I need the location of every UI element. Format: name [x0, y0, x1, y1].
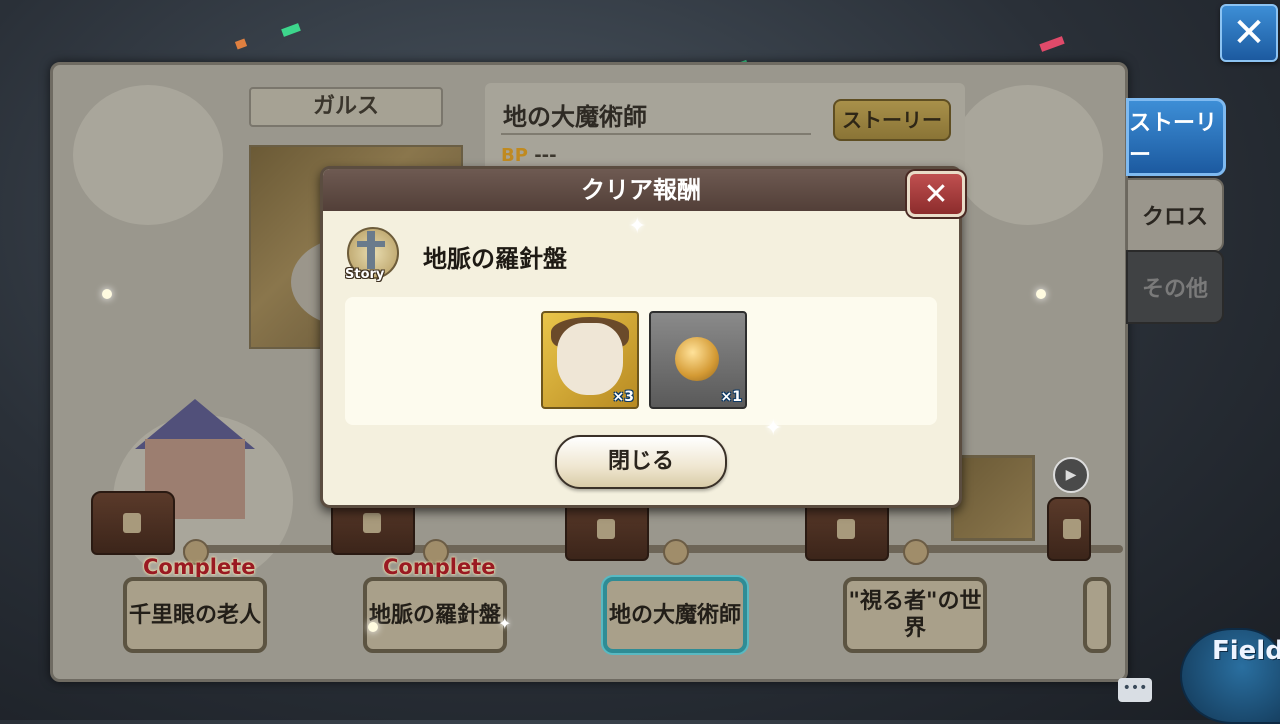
sparkle-dot [102, 289, 112, 299]
treasure-chest[interactable] [1047, 497, 1091, 561]
gold-coin-icon [675, 337, 719, 381]
reward-items-area: ×3 ×1 [345, 297, 937, 425]
sparkle-dot [1036, 289, 1046, 299]
stage-info-box: 地の大魔術師 BP --- ストーリー [485, 83, 965, 173]
path-node [903, 539, 929, 565]
reward-item-character[interactable]: ×3 [541, 311, 639, 409]
confetti [281, 23, 301, 37]
emblem-label: Story [345, 267, 385, 282]
reward-name: 地脈の羅針盤 [423, 245, 567, 273]
sparkle-icon: ✦ [498, 614, 512, 633]
bp-readout: BP --- [501, 145, 557, 166]
sparkle-dot [368, 622, 378, 632]
item-quantity: ×3 [612, 389, 634, 405]
close-button[interactable]: 閉じる [555, 435, 727, 489]
treasure-chest[interactable] [91, 491, 175, 555]
complete-label: Complete [383, 555, 496, 579]
character-name: ガルス [249, 87, 443, 127]
confetti [234, 38, 248, 50]
video-icon[interactable]: ▶ [1053, 457, 1089, 493]
dialog-close-button[interactable]: ✕ [907, 171, 965, 217]
bp-label: BP [501, 145, 528, 166]
field-label: Field [1212, 636, 1280, 666]
screen-close-button[interactable]: ✕ [1220, 4, 1278, 62]
stage-path [183, 545, 1123, 553]
stage-thumbnail[interactable] [951, 455, 1035, 541]
story-button[interactable]: ストーリー [833, 99, 951, 141]
item-quantity: ×1 [720, 389, 742, 405]
sparkle-icon: ✦ [764, 416, 783, 441]
tab-story[interactable]: ストーリー [1126, 98, 1226, 176]
stage-title: 地の大魔術師 [503, 103, 647, 131]
tab-cross[interactable]: クロス [1126, 178, 1224, 252]
bp-value: --- [534, 145, 557, 166]
stage-node-1[interactable]: 千里眼の老人 [123, 577, 267, 653]
divider [501, 133, 811, 135]
field-button[interactable]: Field [1170, 628, 1280, 724]
dialog-title: クリア報酬 [323, 169, 959, 211]
complete-label: Complete [143, 555, 256, 579]
confetti [1039, 36, 1065, 52]
close-icon: ✕ [923, 176, 949, 212]
sparkle-icon: ✦ [628, 214, 647, 239]
chat-bubble-icon[interactable]: ••• [1118, 678, 1152, 702]
character-portrait-icon [557, 323, 623, 395]
tab-other[interactable]: その他 [1126, 250, 1224, 324]
reward-item-coin[interactable]: ×1 [649, 311, 747, 409]
path-node [663, 539, 689, 565]
close-icon: ✕ [1232, 10, 1266, 56]
stage-node-2[interactable]: 地脈の羅針盤 [363, 577, 507, 653]
story-emblem-icon: Story [341, 221, 403, 289]
stage-node-3[interactable]: 地の大魔術師 [603, 577, 747, 653]
stage-node-5[interactable] [1083, 577, 1111, 653]
stage-node-4[interactable]: "視る者"の世界 [843, 577, 987, 653]
